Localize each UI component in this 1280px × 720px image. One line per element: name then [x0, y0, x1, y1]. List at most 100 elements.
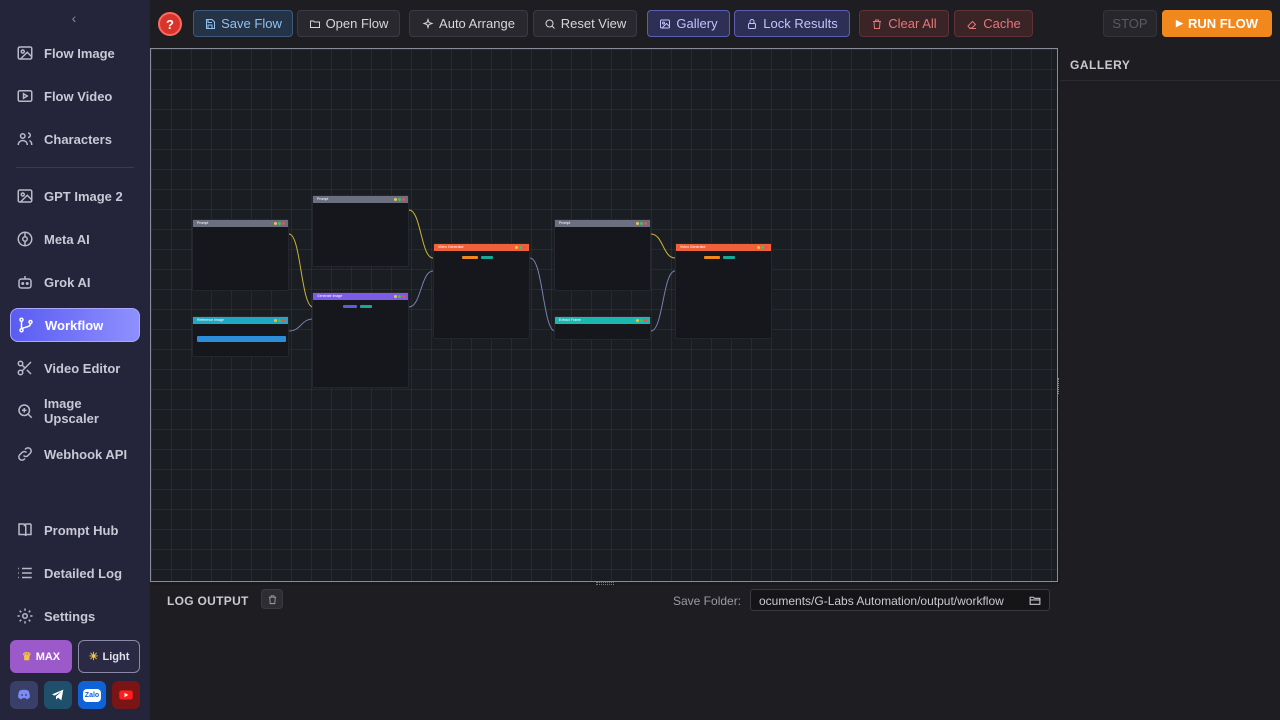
sidebar-item-settings[interactable]: Settings — [10, 599, 140, 633]
sidebar-item-label: Flow Video — [44, 88, 113, 104]
run-flow-button[interactable]: ▶ RUN FLOW — [1162, 10, 1272, 37]
folder-open-icon — [1029, 596, 1041, 605]
discord-icon[interactable] — [10, 681, 38, 709]
sidebar-item-label: Webhook API — [44, 446, 128, 462]
scissors-icon — [17, 360, 32, 376]
sidebar-item-gpt-image-2[interactable]: GPT Image 2 — [10, 179, 140, 213]
gear-icon — [17, 608, 33, 624]
generate-image-node[interactable]: Generate Image — [312, 292, 409, 388]
book-icon — [18, 523, 32, 537]
sidebar-item-image-upscaler[interactable]: Image Upscaler — [10, 394, 140, 428]
log-panel: LOG OUTPUT Save Folder: ocuments/G-Labs … — [150, 585, 1060, 720]
gallery-title: GALLERY — [1060, 48, 1280, 81]
cache-button[interactable]: Cache — [954, 10, 1033, 37]
log-title: LOG OUTPUT — [167, 594, 249, 608]
clear-all-button[interactable]: Clear All — [859, 10, 949, 37]
folder-open-icon — [309, 20, 320, 28]
save-flow-button[interactable]: Save Flow — [193, 10, 293, 37]
clear-log-button[interactable] — [261, 589, 283, 609]
gallery-panel: GALLERY — [1060, 48, 1280, 720]
save-icon — [206, 18, 216, 29]
youtube-icon[interactable] — [112, 681, 140, 709]
sidebar-item-label: Image Upscaler — [44, 396, 99, 426]
node-tag — [462, 256, 478, 259]
sidebar-item-detailed-log[interactable]: Detailed Log — [10, 556, 140, 590]
zoom-in-icon — [18, 404, 33, 419]
sidebar-item-grok-ai[interactable]: Grok AI — [10, 265, 140, 299]
users-icon — [17, 132, 33, 146]
play-icon: ▶ — [1176, 18, 1183, 28]
sidebar-item-meta-ai[interactable]: Meta AI — [10, 222, 140, 256]
node-status-dots — [636, 222, 647, 225]
node-status-dots — [636, 319, 647, 322]
sidebar-item-label: Video Editor — [44, 360, 121, 376]
node-status-dots — [274, 319, 285, 322]
node-status-dots — [394, 295, 405, 298]
node-status-dots — [515, 246, 526, 249]
video-generator-node[interactable]: Video Generator — [433, 243, 530, 339]
stop-button[interactable]: STOP — [1103, 10, 1157, 37]
open-flow-button[interactable]: Open Flow — [297, 10, 400, 37]
node-status-dots — [394, 198, 405, 201]
trash-icon — [873, 19, 882, 29]
zalo-icon[interactable]: Zalo — [78, 681, 106, 709]
video-generator-node[interactable]: Video Generator — [675, 243, 772, 339]
crown-icon: ♛ — [21, 651, 32, 663]
node-tag — [723, 256, 735, 259]
extract-frame-node[interactable]: Extract Frame — [554, 316, 651, 340]
sidebar-item-label: GPT Image 2 — [44, 188, 123, 204]
auto-arrange-button[interactable]: Auto Arrange — [409, 10, 528, 37]
sidebar-item-video-editor[interactable]: Video Editor — [10, 351, 140, 385]
save-folder-input[interactable]: ocuments/G-Labs Automation/output/workfl… — [750, 589, 1050, 611]
help-button[interactable]: ? — [158, 12, 182, 36]
upload-button[interactable] — [197, 336, 286, 342]
save-folder-label: Save Folder: — [673, 594, 742, 608]
max-badge-button[interactable]: ♛ MAX — [10, 640, 72, 673]
browse-folder-button[interactable] — [1026, 592, 1044, 608]
lock-icon — [748, 18, 757, 29]
node-tag — [704, 256, 720, 259]
theme-toggle-button[interactable]: ☀ Light — [78, 640, 140, 673]
sidebar-item-webhook-api[interactable]: Webhook API — [10, 437, 140, 471]
sidebar-item-prompt-hub[interactable]: Prompt Hub — [10, 513, 140, 547]
bot-icon — [18, 276, 32, 289]
gallery-button[interactable]: Gallery — [647, 10, 730, 37]
workflow-canvas[interactable]: Prompt Prompt Reference Image Generate I… — [150, 48, 1058, 582]
node-tag — [343, 305, 357, 308]
sidebar-divider — [16, 167, 134, 168]
sidebar-item-flow-video[interactable]: Flow Video — [10, 79, 140, 113]
sun-icon: ☀ — [88, 651, 99, 663]
sidebar-item-flow-image[interactable]: Flow Image — [10, 36, 140, 70]
search-icon — [545, 19, 555, 29]
node-tag — [360, 305, 372, 308]
sidebar-item-workflow[interactable]: Workflow — [10, 308, 140, 342]
sidebar: ‹ Flow Image Flow Video Characters GPT I… — [0, 0, 150, 720]
reference-image-node[interactable]: Reference Image — [192, 316, 289, 357]
sidebar-item-label: Detailed Log — [44, 565, 123, 581]
workflow-icon — [19, 317, 33, 333]
sidebar-item-characters[interactable]: Characters — [10, 122, 140, 156]
image-icon — [17, 46, 33, 60]
lock-results-button[interactable]: Lock Results — [734, 10, 850, 37]
sidebar-item-label: Settings — [44, 608, 96, 624]
telegram-icon[interactable] — [44, 681, 72, 709]
video-icon — [17, 90, 33, 102]
sidebar-item-label: Grok AI — [44, 274, 91, 290]
node-status-dots — [757, 246, 768, 249]
node-status-dots — [274, 222, 285, 225]
prompt-node[interactable]: Prompt — [312, 195, 409, 267]
image-icon — [17, 189, 33, 203]
image-icon — [660, 19, 671, 28]
chevron-left-icon[interactable]: ‹ — [66, 10, 82, 26]
prompt-node[interactable]: Prompt — [554, 219, 651, 291]
sparkles-icon — [422, 17, 434, 29]
prompt-node[interactable]: Prompt — [192, 219, 289, 291]
sidebar-item-label: Characters — [44, 131, 112, 147]
reset-view-button[interactable]: Reset View — [533, 10, 637, 37]
trash-icon — [268, 594, 276, 604]
sidebar-item-label: Meta AI — [44, 231, 90, 247]
link-icon — [18, 447, 32, 461]
sidebar-item-label: Prompt Hub — [44, 522, 119, 538]
list-icon — [18, 567, 32, 579]
sidebar-item-label: Flow Image — [44, 45, 115, 61]
